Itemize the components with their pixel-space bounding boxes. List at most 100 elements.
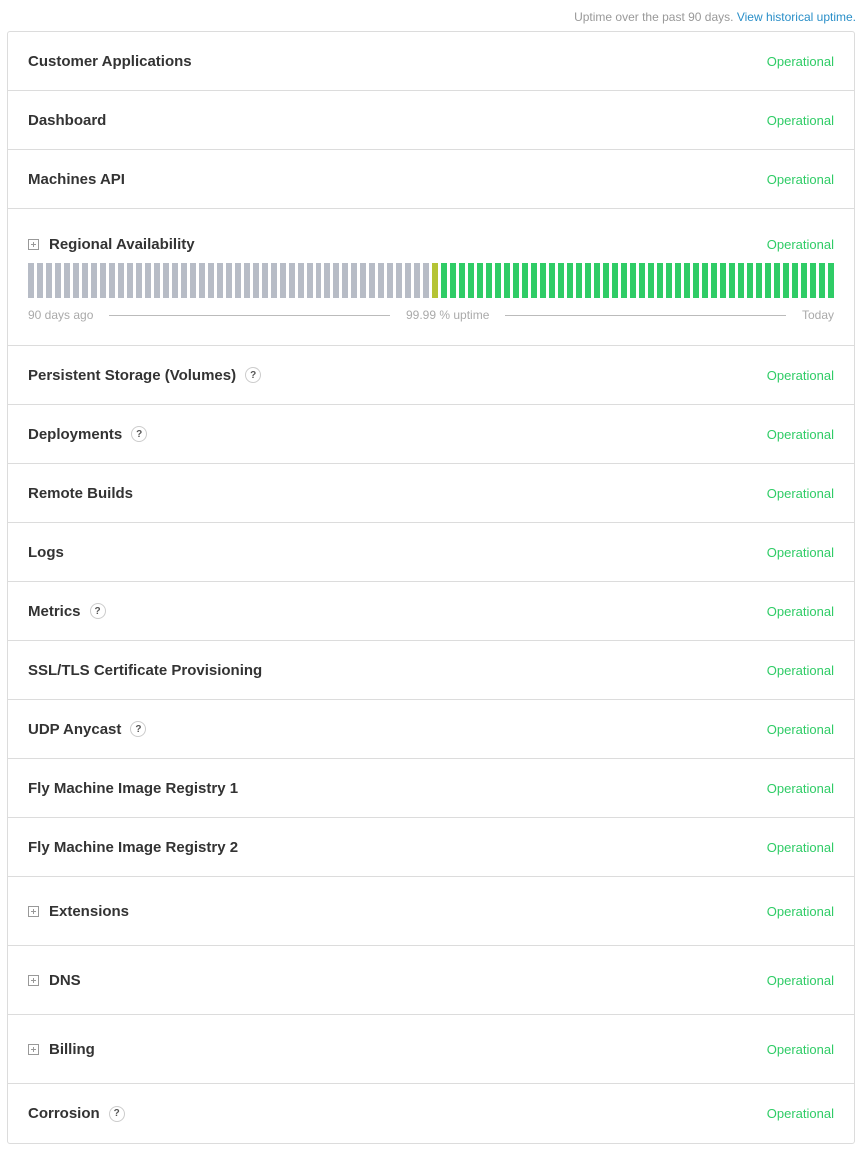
uptime-day-bar[interactable]: [387, 263, 394, 298]
uptime-day-bar[interactable]: [576, 263, 583, 298]
view-historical-uptime-link[interactable]: View historical uptime.: [737, 10, 856, 24]
uptime-day-bar[interactable]: [513, 263, 520, 298]
uptime-day-bar[interactable]: [665, 263, 672, 298]
uptime-day-bar[interactable]: [243, 263, 250, 298]
help-question-icon[interactable]: ?: [131, 426, 148, 442]
uptime-day-bar[interactable]: [369, 263, 376, 298]
uptime-day-bar[interactable]: [198, 263, 205, 298]
uptime-day-bar[interactable]: [692, 263, 699, 298]
uptime-day-bar[interactable]: [351, 263, 358, 298]
uptime-day-bar[interactable]: [117, 263, 124, 298]
uptime-day-bar[interactable]: [378, 263, 385, 298]
uptime-day-bar[interactable]: [306, 263, 313, 298]
help-question-icon[interactable]: ?: [130, 721, 147, 737]
uptime-day-bar[interactable]: [225, 263, 232, 298]
component-regional-availability[interactable]: Regional Availability Operational 90 days …: [8, 209, 854, 346]
uptime-day-bar[interactable]: [755, 263, 762, 298]
uptime-day-bar[interactable]: [153, 263, 160, 298]
uptime-day-bar[interactable]: [36, 263, 43, 298]
uptime-day-bar[interactable]: [54, 263, 61, 298]
uptime-day-bar[interactable]: [207, 263, 214, 298]
uptime-day-bar[interactable]: [468, 263, 475, 298]
uptime-day-bar[interactable]: [108, 263, 115, 298]
uptime-day-bar[interactable]: [567, 263, 574, 298]
uptime-day-bar[interactable]: [522, 263, 529, 298]
uptime-day-bar[interactable]: [773, 263, 780, 298]
uptime-day-bar[interactable]: [486, 263, 493, 298]
uptime-day-bar[interactable]: [818, 263, 825, 298]
uptime-day-bar[interactable]: [90, 263, 97, 298]
component-extensions[interactable]: Extensions Operational: [8, 877, 854, 946]
uptime-day-bar[interactable]: [504, 263, 511, 298]
uptime-day-bar[interactable]: [162, 263, 169, 298]
uptime-day-bar[interactable]: [144, 263, 151, 298]
uptime-day-bar[interactable]: [414, 263, 421, 298]
component-dns[interactable]: DNS Operational: [8, 946, 854, 1015]
uptime-day-bar[interactable]: [126, 263, 133, 298]
uptime-day-bar[interactable]: [270, 263, 277, 298]
uptime-day-bar[interactable]: [764, 263, 771, 298]
uptime-day-bar[interactable]: [809, 263, 816, 298]
uptime-day-bar[interactable]: [63, 263, 70, 298]
uptime-day-bar[interactable]: [603, 263, 609, 298]
uptime-day-bar[interactable]: [647, 263, 654, 298]
uptime-day-bar[interactable]: [28, 263, 34, 298]
uptime-day-bar[interactable]: [315, 263, 322, 298]
uptime-day-bar[interactable]: [72, 263, 79, 298]
uptime-day-bar[interactable]: [782, 263, 789, 298]
uptime-day-bar[interactable]: [629, 263, 636, 298]
uptime-day-bar[interactable]: [827, 263, 834, 298]
uptime-day-bar[interactable]: [701, 263, 708, 298]
uptime-day-bar[interactable]: [495, 263, 502, 298]
help-question-icon[interactable]: ?: [245, 367, 262, 383]
uptime-day-bar[interactable]: [279, 263, 286, 298]
help-question-icon[interactable]: ?: [108, 1105, 125, 1122]
uptime-day-bar[interactable]: [171, 263, 178, 298]
uptime-day-bar[interactable]: [99, 263, 106, 298]
component-billing[interactable]: Billing Operational: [8, 1015, 854, 1084]
uptime-day-bar[interactable]: [252, 263, 259, 298]
uptime-day-bar[interactable]: [728, 263, 735, 298]
uptime-day-bar[interactable]: [585, 263, 592, 298]
expand-plus-icon[interactable]: [28, 974, 39, 986]
uptime-day-bar[interactable]: [459, 263, 466, 298]
uptime-day-bar[interactable]: [531, 263, 538, 298]
uptime-day-bar[interactable]: [800, 263, 807, 298]
uptime-day-bar[interactable]: [189, 263, 196, 298]
uptime-day-bar[interactable]: [611, 263, 618, 298]
uptime-day-bar[interactable]: [638, 263, 645, 298]
uptime-day-bar[interactable]: [746, 263, 753, 298]
uptime-day-bar[interactable]: [45, 263, 52, 298]
uptime-day-bar[interactable]: [405, 263, 412, 298]
uptime-day-bar[interactable]: [441, 263, 448, 298]
uptime-day-bar[interactable]: [620, 263, 627, 298]
uptime-day-bar[interactable]: [719, 263, 726, 298]
uptime-day-bar[interactable]: [135, 263, 142, 298]
uptime-day-bar[interactable]: [288, 263, 295, 298]
uptime-day-bar[interactable]: [594, 263, 600, 298]
uptime-day-bar[interactable]: [396, 263, 403, 298]
uptime-day-bar[interactable]: [234, 263, 241, 298]
uptime-day-bar[interactable]: [333, 263, 340, 298]
uptime-day-bar[interactable]: [423, 263, 430, 298]
uptime-day-bar[interactable]: [324, 263, 331, 298]
expand-plus-icon[interactable]: [28, 239, 39, 250]
uptime-day-bar[interactable]: [216, 263, 223, 298]
uptime-day-bar[interactable]: [450, 263, 457, 298]
uptime-day-bar[interactable]: [297, 263, 304, 298]
uptime-day-bar[interactable]: [558, 263, 565, 298]
uptime-day-bar[interactable]: [710, 263, 717, 298]
uptime-day-bar[interactable]: [180, 263, 187, 298]
uptime-day-bar[interactable]: [674, 263, 681, 298]
expand-plus-icon[interactable]: [28, 1043, 39, 1055]
uptime-day-bar[interactable]: [656, 263, 663, 298]
uptime-day-bar[interactable]: [683, 263, 690, 298]
uptime-day-bar[interactable]: [791, 263, 798, 298]
expand-plus-icon[interactable]: [28, 905, 39, 917]
uptime-day-bar[interactable]: [342, 263, 349, 298]
uptime-day-bar[interactable]: [549, 263, 556, 298]
uptime-day-bar[interactable]: [540, 263, 547, 298]
uptime-day-bar[interactable]: [477, 263, 484, 298]
help-question-icon[interactable]: ?: [89, 603, 106, 619]
uptime-day-bar[interactable]: [432, 263, 439, 298]
